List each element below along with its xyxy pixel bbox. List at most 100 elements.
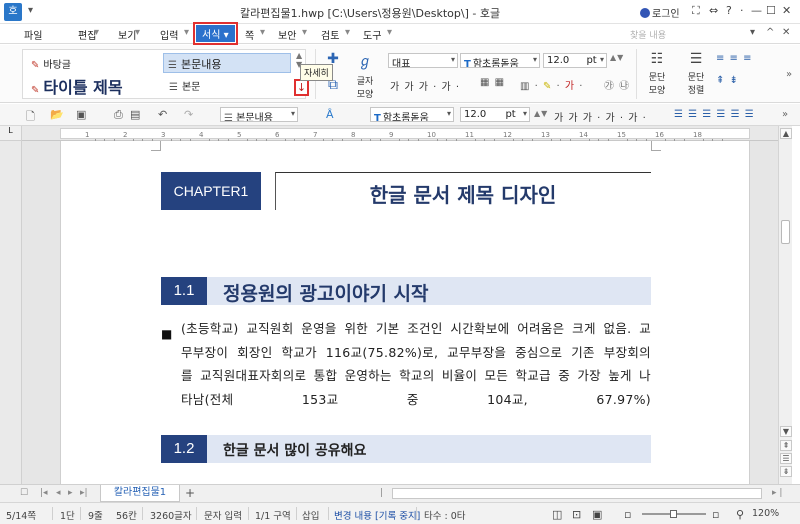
char-format-buttons[interactable]: 가 가 가 · 가 · 가 ·	[554, 109, 647, 124]
zoom-search-icon[interactable]: ⚲	[736, 508, 744, 521]
minimize-button[interactable]: —	[751, 4, 762, 17]
fullscreen-icon[interactable]: ⛶	[692, 4, 700, 18]
maximize-button[interactable]: ☐	[766, 4, 776, 17]
search-dropdown-icon[interactable]: ▾	[750, 27, 755, 38]
para-align-label-2: 정렬	[687, 86, 705, 96]
style-title[interactable]: ✎ 타이틀 제목	[31, 74, 123, 98]
char-format-buttons[interactable]: 가 가 가 · 가 ·	[390, 78, 460, 93]
size-stepper[interactable]: ▲▼	[610, 53, 624, 62]
open-folder-icon[interactable]: 📂	[50, 108, 64, 121]
prev-page-icon[interactable]: ⇞	[780, 440, 792, 451]
document-page[interactable]: CHAPTER1 한글 문서 제목 디자인 1.1 정용원의 광고이야기 시작 …	[60, 141, 750, 484]
more-icon[interactable]: ·	[740, 4, 744, 17]
ruler-toggle[interactable]: L	[0, 126, 22, 141]
horizontal-scrollbar[interactable]	[392, 488, 762, 499]
menu-format[interactable]: 서식 ▾	[193, 22, 238, 45]
bullet-icon: ■	[161, 327, 173, 341]
style-select[interactable]: ☰ 본문내용 ▾	[220, 107, 298, 122]
collapse-ribbon-icon[interactable]: ^	[766, 27, 774, 38]
ruler-number: 4	[199, 131, 204, 139]
ribbon-toggle-icon[interactable]: ⇔	[709, 4, 718, 17]
size-stepper[interactable]: ▲▼	[534, 109, 548, 118]
prev-tab-icon[interactable]: ◂	[56, 488, 61, 498]
style-content[interactable]: ☰ 본문내용	[163, 53, 291, 73]
font-size-value: 12.0	[464, 109, 487, 120]
toolbar-more-icon[interactable]: »	[782, 109, 789, 120]
view-web-icon[interactable]: ⊡	[572, 508, 581, 521]
status-page[interactable]: 5/14쪽	[6, 508, 36, 522]
undo-icon[interactable]: ↶	[158, 108, 167, 121]
char-icon[interactable]: Ȃ	[326, 108, 334, 121]
menu-insert[interactable]: 입력	[160, 27, 178, 42]
status-track-changes[interactable]: 변경 내용 [기록 중지]	[334, 508, 420, 522]
vertical-scrollbar[interactable]: ▲ ▼ ⇞ ☰ ⇟	[778, 126, 792, 484]
last-tab-icon[interactable]: ▸|	[80, 488, 88, 498]
font-size-input[interactable]: 12.0 pt ▾	[543, 53, 607, 68]
page-list-icon[interactable]: ☰	[780, 453, 792, 464]
menu-tools[interactable]: 도구	[363, 27, 381, 42]
next-page-icon[interactable]: ⇟	[780, 466, 792, 477]
indent-icons[interactable]: ≡ ≡ ≡	[716, 53, 753, 64]
menu-security[interactable]: 보안	[278, 27, 296, 42]
format-icons[interactable]: ▥ · ✎ · 가 ·	[520, 77, 583, 92]
zoom-out-icon[interactable]: ▫	[624, 508, 631, 521]
zoom-slider-knob[interactable]	[670, 510, 677, 518]
scroll-thumb[interactable]	[781, 220, 790, 244]
first-tab-icon[interactable]: |◂	[40, 488, 48, 498]
ribbon-more-icon[interactable]: »	[786, 69, 793, 80]
scroll-down-icon[interactable]: ▼	[780, 426, 792, 437]
style-select[interactable]: 대표 ▾	[388, 53, 458, 68]
font-size-input[interactable]: 12.0 pt ▾	[460, 107, 530, 122]
font-select[interactable]: T 함초롬돋움 ▾	[370, 107, 454, 122]
horizontal-ruler[interactable]: 1 2 3 4 5 6 7 8 9 10 11 12 13 14 15 16 18	[22, 126, 778, 142]
help-icon[interactable]: ?	[726, 4, 732, 17]
save-icon[interactable]: ▣	[76, 108, 86, 121]
redo-icon[interactable]: ↷	[184, 108, 193, 121]
para-shape-button[interactable]: ☷ 문단 모양	[642, 51, 672, 96]
style-text[interactable]: ☰ 본문	[169, 78, 200, 93]
border-icon[interactable]: ▦ ▦	[480, 77, 505, 88]
preview-icon[interactable]: ▤	[130, 108, 140, 121]
menu-view[interactable]: 보기	[118, 27, 136, 42]
para-align-icon: ☰	[689, 51, 703, 67]
close-button[interactable]: ✕	[782, 4, 791, 17]
login-button[interactable]: 로그인	[640, 5, 680, 20]
tab-list-icon[interactable]: ☐	[20, 488, 28, 498]
style-body[interactable]: ✎ 바탕글	[31, 56, 71, 71]
zoom-level[interactable]: 120%	[752, 508, 779, 519]
scroll-right-icon[interactable]: ▸ |	[772, 488, 782, 498]
detail-button[interactable]: ↓	[294, 79, 309, 96]
para-align-button[interactable]: ☰ 문단 정렬	[680, 51, 712, 96]
menu-file[interactable]: 파일	[24, 27, 42, 42]
scroll-up-icon[interactable]: ▲	[780, 128, 792, 139]
font-select[interactable]: T 함초롬돋움 ▾	[460, 53, 540, 68]
new-document-icon[interactable]: 🗋	[26, 108, 35, 127]
body-paragraph[interactable]: (초등학교) 교직원회 운영을 위한 기본 조건인 시간확보에 어려움은 크게 …	[181, 317, 651, 411]
spacing-icon[interactable]: ㉮ ㉯	[604, 77, 630, 92]
font-type-icon: T	[464, 59, 471, 68]
app-logo[interactable]: 호	[4, 3, 22, 21]
scroll-left-icon[interactable]: |	[380, 488, 383, 498]
add-tab-button[interactable]: +	[185, 486, 195, 500]
view-page-icon[interactable]: ▣	[592, 508, 602, 521]
char-shape-button[interactable]: ℊ 글자 모양	[348, 51, 382, 100]
vertical-ruler[interactable]	[0, 141, 22, 484]
view-normal-icon[interactable]: ◫	[552, 508, 562, 521]
tab-document[interactable]: 칼라편집물1	[100, 485, 180, 502]
zoom-slider[interactable]	[642, 510, 706, 518]
document-area[interactable]: CHAPTER1 한글 문서 제목 디자인 1.1 정용원의 광고이야기 시작 …	[22, 141, 778, 484]
status-insert[interactable]: 삽입	[302, 508, 319, 522]
status-column: 1단	[60, 511, 75, 522]
close-doc-icon[interactable]: ✕	[782, 27, 790, 38]
spacing-adjust-icons[interactable]: ⇞ ⇟	[716, 75, 739, 86]
divider	[636, 49, 637, 99]
save-icon[interactable]: ▾	[28, 5, 33, 16]
zoom-in-icon[interactable]: ▫	[712, 508, 719, 521]
menu-review[interactable]: 검토	[321, 27, 339, 42]
align-icons[interactable]: ☰ ☰ ☰ ☰ ☰ ☰	[674, 109, 755, 120]
next-tab-icon[interactable]: ▸	[68, 488, 73, 498]
status-input-mode[interactable]: 문자 입력	[204, 508, 242, 522]
search-input[interactable]: 찾을 내용	[630, 28, 740, 41]
print-icon[interactable]: ⎙	[114, 108, 123, 122]
menu-page[interactable]: 쪽	[245, 27, 254, 42]
